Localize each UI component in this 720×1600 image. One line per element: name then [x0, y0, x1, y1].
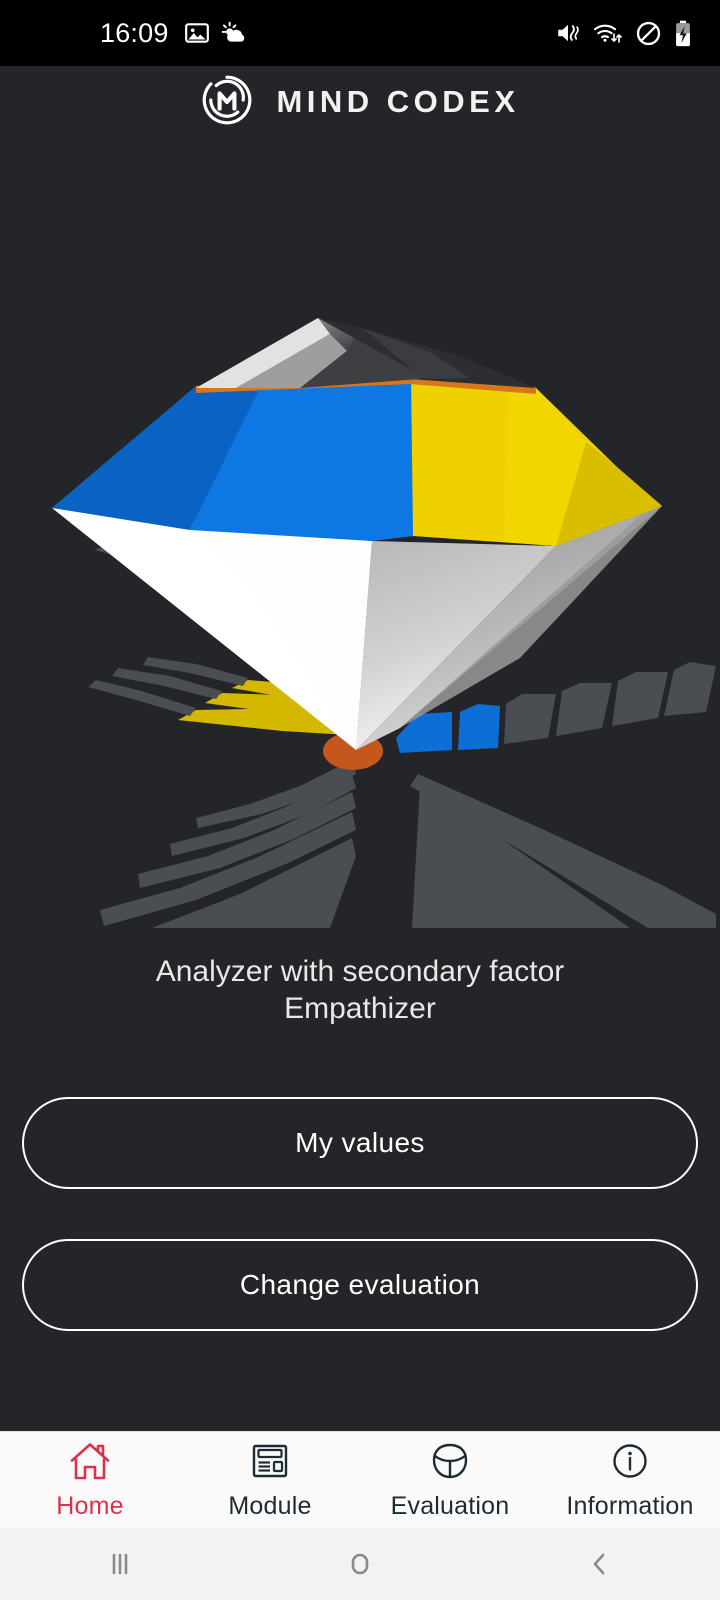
weather-icon — [221, 20, 247, 46]
nav-item-home[interactable]: Home — [0, 1432, 180, 1528]
brand-title: MIND CODEX — [276, 84, 520, 119]
nav-label-home: Home — [56, 1492, 124, 1520]
battery-charging-icon — [674, 20, 692, 47]
segmented-sphere-icon — [427, 1439, 473, 1488]
app-root: 16:09 MIND CODEX Analyzer with secondary… — [0, 0, 720, 1600]
vibrate-mute-icon — [555, 20, 581, 46]
gem-svg — [52, 318, 716, 928]
module-layout-icon — [247, 1439, 293, 1488]
result-line-1: Analyzer with secondary factor — [155, 955, 565, 988]
mind-codex-logo-icon — [200, 73, 254, 132]
back-button[interactable] — [480, 1528, 720, 1600]
bottom-navigation: Home Module Evaluation Information — [0, 1431, 720, 1528]
app-header: MIND CODEX — [0, 66, 720, 138]
nav-label-evaluation: Evaluation — [390, 1492, 510, 1520]
status-right-icons — [555, 20, 692, 47]
gem-table — [196, 318, 536, 388]
result-line-2: Empathizer — [284, 991, 436, 1025]
personality-gem-visualization — [0, 138, 720, 928]
nav-item-module[interactable]: Module — [180, 1432, 360, 1528]
wifi-data-icon — [593, 20, 623, 46]
change-evaluation-button[interactable]: Change evaluation — [22, 1239, 698, 1332]
status-bar: 16:09 — [0, 0, 720, 66]
recents-button[interactable] — [0, 1528, 240, 1600]
nav-label-module: Module — [228, 1492, 312, 1520]
gem-crown — [52, 378, 662, 546]
status-left-icons — [184, 20, 247, 46]
image-icon — [184, 20, 210, 46]
home-button[interactable] — [240, 1528, 480, 1600]
status-time: 16:09 — [100, 17, 169, 48]
nav-item-evaluation[interactable]: Evaluation — [360, 1432, 540, 1528]
do-not-disturb-icon — [635, 20, 662, 47]
action-buttons: My values Change evaluation — [0, 1097, 720, 1381]
radial-platform-bottom — [100, 760, 716, 928]
nav-label-information: Information — [566, 1492, 694, 1520]
nav-item-information[interactable]: Information — [540, 1432, 720, 1528]
main-content: Analyzer with secondary factor Empathize… — [0, 138, 720, 1431]
result-description: Analyzer with secondary factor Empathize… — [0, 954, 720, 1027]
system-navigation-bar — [0, 1528, 720, 1600]
home-icon — [67, 1439, 113, 1488]
my-values-button[interactable]: My values — [22, 1097, 698, 1190]
info-circle-icon — [607, 1439, 653, 1488]
